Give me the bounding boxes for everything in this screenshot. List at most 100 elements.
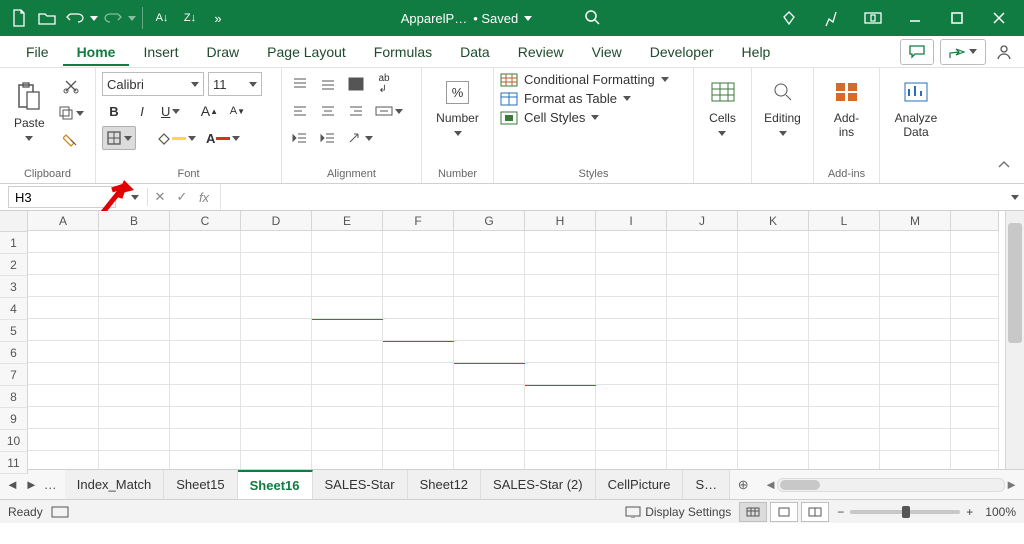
cell[interactable] (454, 429, 525, 451)
cell[interactable] (383, 407, 454, 429)
cell[interactable] (880, 297, 951, 319)
cell[interactable] (454, 297, 525, 319)
cell[interactable] (28, 407, 99, 429)
premium-icon[interactable] (770, 4, 808, 32)
cut-button[interactable] (55, 74, 87, 98)
sheet-tab[interactable]: Sheet12 (408, 470, 481, 499)
cell[interactable] (241, 253, 312, 275)
cell[interactable] (99, 451, 170, 469)
cell[interactable] (667, 385, 738, 407)
cell[interactable] (880, 231, 951, 253)
cell[interactable] (525, 231, 596, 253)
cell[interactable] (951, 253, 999, 275)
cell[interactable] (454, 341, 525, 363)
cell[interactable] (312, 407, 383, 429)
cell[interactable] (241, 363, 312, 385)
cell[interactable] (596, 231, 667, 253)
sheet-tab[interactable]: Index_Match (65, 470, 164, 499)
cell[interactable] (667, 253, 738, 275)
cell[interactable] (525, 451, 596, 469)
view-normal-icon[interactable] (739, 502, 767, 522)
cell[interactable] (28, 275, 99, 297)
cell[interactable] (525, 341, 596, 363)
cell[interactable] (738, 451, 809, 469)
cell[interactable] (809, 275, 880, 297)
row-header[interactable]: 2 (0, 254, 28, 276)
align-bottom-icon[interactable] (344, 72, 368, 96)
undo-history-dropdown[interactable] (90, 16, 98, 21)
menu-insert[interactable]: Insert (129, 38, 192, 66)
open-file-icon[interactable] (34, 4, 60, 32)
align-center-icon[interactable] (316, 99, 340, 123)
cell[interactable] (383, 297, 454, 319)
cell[interactable] (525, 429, 596, 451)
cell[interactable] (738, 429, 809, 451)
cell[interactable] (809, 231, 880, 253)
cell[interactable] (99, 253, 170, 275)
cell[interactable] (454, 385, 525, 407)
increase-indent-icon[interactable] (316, 126, 340, 150)
cell[interactable] (951, 231, 999, 253)
cell[interactable] (738, 341, 809, 363)
undo-icon[interactable] (62, 4, 88, 32)
cell[interactable] (809, 451, 880, 469)
cell[interactable] (28, 363, 99, 385)
column-header[interactable]: M (880, 211, 951, 231)
cell[interactable] (880, 429, 951, 451)
sheet-tab[interactable]: Sheet15 (164, 470, 237, 499)
cell[interactable] (951, 275, 999, 297)
column-header[interactable]: G (454, 211, 525, 231)
cell[interactable] (99, 407, 170, 429)
cell[interactable] (951, 341, 999, 363)
cell[interactable] (383, 363, 454, 385)
cell[interactable] (738, 231, 809, 253)
cell[interactable] (880, 363, 951, 385)
italic-button[interactable]: I (130, 99, 154, 123)
row-header[interactable]: 8 (0, 386, 28, 408)
cell[interactable] (951, 297, 999, 319)
cell[interactable] (738, 319, 809, 341)
cell[interactable] (454, 363, 525, 385)
cell[interactable] (738, 363, 809, 385)
column-header[interactable]: L (809, 211, 880, 231)
enter-formula-icon[interactable]: ✓ (172, 189, 192, 205)
zoom-level[interactable]: 100% (985, 505, 1016, 519)
view-pagelayout-icon[interactable] (770, 502, 798, 522)
account-icon[interactable] (992, 40, 1016, 64)
cell[interactable] (809, 341, 880, 363)
cell[interactable] (667, 319, 738, 341)
cell[interactable] (170, 429, 241, 451)
expand-formula-bar-icon[interactable] (1006, 184, 1024, 210)
cell[interactable] (880, 451, 951, 469)
cell[interactable] (170, 231, 241, 253)
cell[interactable] (383, 451, 454, 469)
cell[interactable] (170, 253, 241, 275)
cell[interactable] (667, 429, 738, 451)
sort-desc-icon[interactable]: Z↓ (177, 4, 203, 32)
cell[interactable] (28, 297, 99, 319)
cell[interactable] (880, 275, 951, 297)
cell[interactable] (28, 319, 99, 341)
formula-input[interactable] (221, 184, 1006, 210)
cell[interactable] (525, 385, 596, 407)
orientation-button[interactable] (344, 126, 376, 150)
wrap-text-button[interactable]: ab↲ (372, 72, 396, 96)
cell[interactable] (951, 407, 999, 429)
bold-button[interactable]: B (102, 99, 126, 123)
cell[interactable] (525, 319, 596, 341)
cell[interactable] (28, 231, 99, 253)
cell[interactable] (28, 451, 99, 469)
cell[interactable] (525, 407, 596, 429)
cell[interactable] (241, 407, 312, 429)
cell[interactable] (809, 429, 880, 451)
cell[interactable] (596, 407, 667, 429)
menu-review[interactable]: Review (504, 38, 578, 66)
cell[interactable] (738, 275, 809, 297)
cell[interactable] (951, 363, 999, 385)
column-header[interactable]: A (28, 211, 99, 231)
cell[interactable] (170, 319, 241, 341)
column-header[interactable]: C (170, 211, 241, 231)
cell[interactable] (312, 231, 383, 253)
cell[interactable] (667, 341, 738, 363)
cell[interactable] (525, 275, 596, 297)
